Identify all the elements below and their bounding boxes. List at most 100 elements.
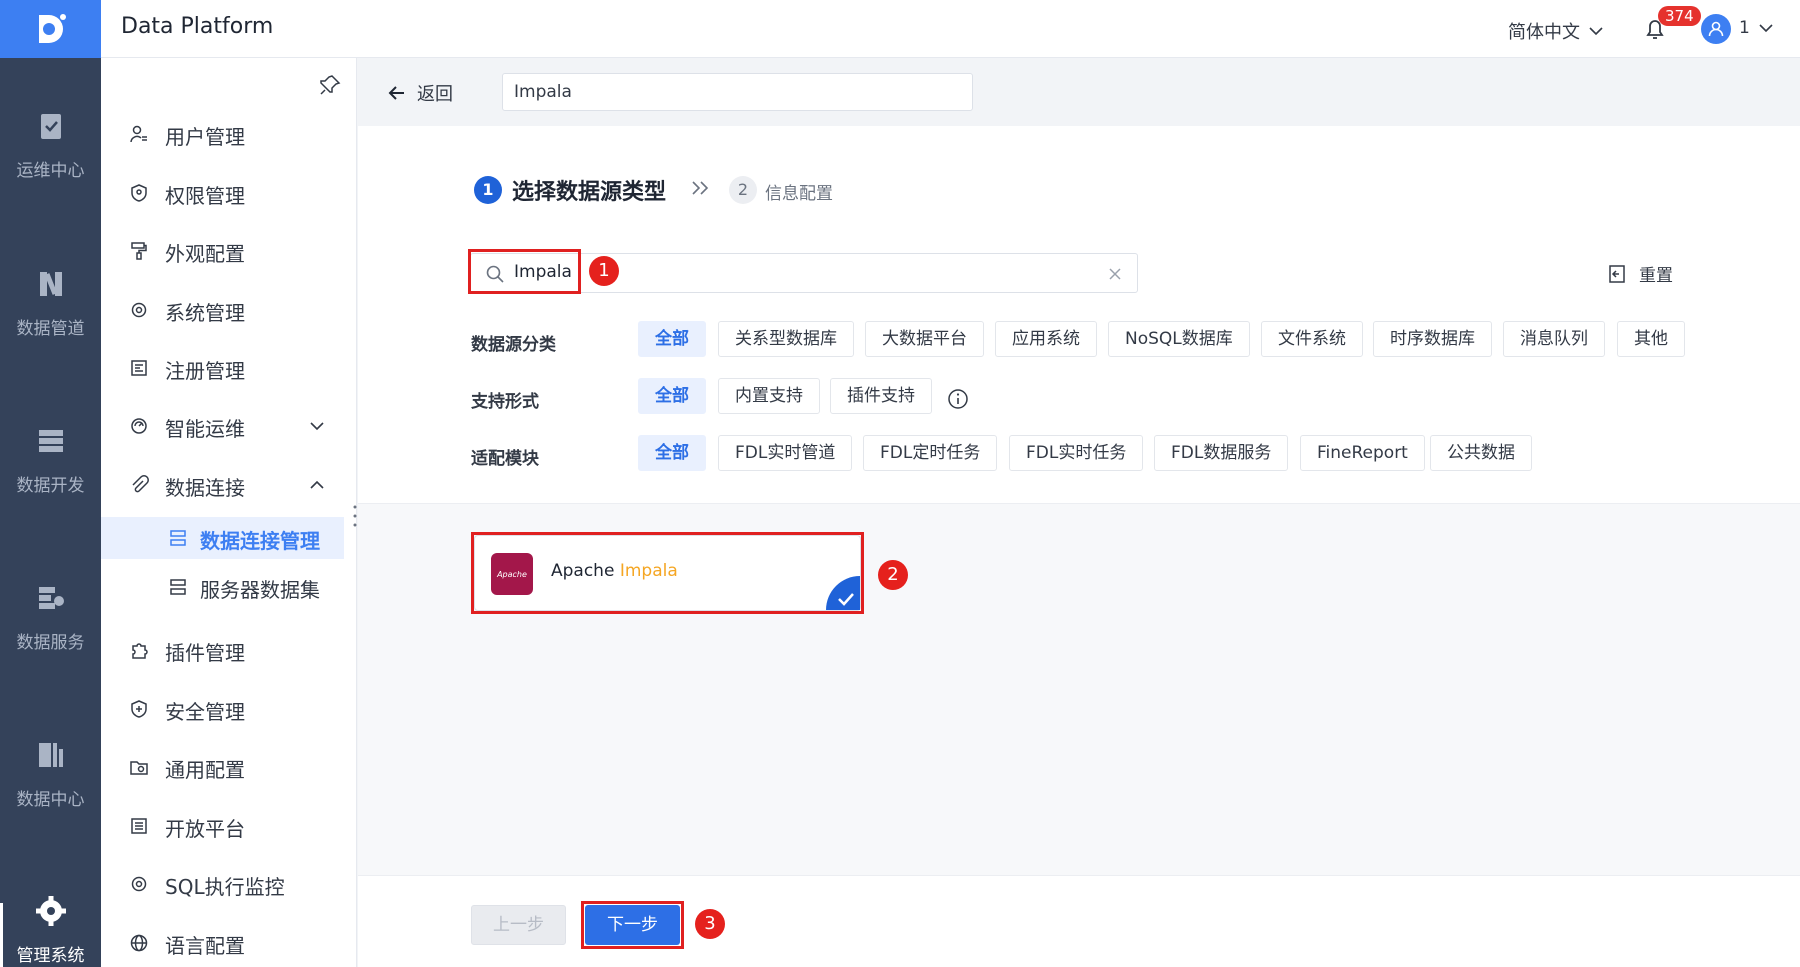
step-2-number: 2	[729, 176, 757, 204]
connection-name-input[interactable]: Impala	[502, 73, 973, 111]
rail-item-ops-center[interactable]: 运维中心	[0, 108, 101, 181]
user-icon	[1708, 21, 1724, 37]
chip-module-public-data[interactable]: 公共数据	[1430, 435, 1532, 471]
sidebar-item-appearance[interactable]: 外观配置	[101, 231, 357, 271]
chevron-down-icon	[310, 422, 324, 431]
paperclip-icon	[132, 475, 149, 493]
user-name[interactable]: 1	[1739, 18, 1750, 38]
reset-button[interactable]: 重置	[1607, 261, 1673, 286]
rail-label: 数据中心	[16, 790, 85, 810]
sidebar-subitem-connection-manage[interactable]: 数据连接管理	[101, 517, 344, 559]
sidebar-item-general-config[interactable]: 通用配置	[101, 747, 357, 787]
data-service-icon	[38, 587, 64, 609]
notification-badge: 374	[1658, 6, 1701, 26]
rail-label: 数据管道	[16, 319, 85, 339]
gear-icon	[35, 896, 66, 926]
filter-label-support: 支持形式	[471, 392, 539, 412]
reset-icon	[1609, 264, 1625, 283]
sidebar-item-register[interactable]: 注册管理	[101, 348, 357, 388]
rail-item-data-dev[interactable]: 数据开发	[0, 423, 101, 496]
data-dev-icon	[38, 430, 63, 452]
sidebar-item-permission[interactable]: 权限管理	[101, 173, 357, 213]
sidebar-item-data-connection[interactable]: 数据连接	[101, 465, 357, 505]
back-button[interactable]: 返回	[387, 80, 453, 106]
rail-item-data-pipeline[interactable]: 数据管道	[0, 266, 101, 339]
chip-category-nosql[interactable]: NoSQL数据库	[1108, 321, 1250, 357]
sidebar-item-label: 外观配置	[165, 242, 245, 266]
folder-gear-icon	[130, 761, 148, 775]
sidebar-item-label: 用户管理	[165, 125, 245, 149]
chip-module-fdl-realtime-pipeline[interactable]: FDL实时管道	[718, 435, 853, 471]
chip-support-all[interactable]: 全部	[638, 378, 706, 414]
sidebar-item-label: 插件管理	[165, 641, 245, 665]
chip-category-all[interactable]: 全部	[638, 321, 706, 357]
sidebar-item-security[interactable]: 安全管理	[101, 689, 357, 729]
chip-support-builtin[interactable]: 内置支持	[718, 378, 820, 414]
chevron-down-icon	[1589, 27, 1603, 36]
rail-label: 管理系统	[16, 946, 85, 966]
globe-icon	[130, 934, 148, 952]
step-annotation-2: 2	[878, 560, 908, 590]
rail-item-data-service[interactable]: 数据服务	[0, 580, 101, 653]
chip-category-bigdata[interactable]: 大数据平台	[865, 321, 984, 357]
security-shield-icon	[131, 700, 147, 718]
chip-module-all[interactable]: 全部	[638, 435, 706, 471]
avatar[interactable]	[1701, 14, 1731, 44]
chip-module-finereport[interactable]: FineReport	[1300, 435, 1425, 471]
step-annotation-3: 3	[695, 909, 725, 939]
register-icon	[131, 360, 147, 376]
sidebar-subitem-label: 数据连接管理	[200, 529, 320, 553]
top-header: Data Platform 简体中文 374 1	[0, 0, 1800, 58]
rail-label: 数据服务	[16, 633, 85, 653]
language-selector[interactable]: 简体中文	[1508, 18, 1604, 44]
chip-category-other[interactable]: 其他	[1617, 321, 1685, 357]
app-logo[interactable]	[0, 0, 101, 58]
prev-step-button[interactable]: 上一步	[471, 905, 566, 945]
gear-icon	[131, 876, 147, 892]
sidebar-item-user-manage[interactable]: 用户管理	[101, 114, 357, 154]
chip-category-message-queue[interactable]: 消息队列	[1503, 321, 1605, 357]
gear-icon	[131, 302, 147, 318]
sidebar-item-label: SQL执行监控	[165, 875, 285, 899]
language-label: 简体中文	[1508, 22, 1580, 43]
close-icon[interactable]	[1107, 266, 1123, 282]
sidebar-item-sql-monitor[interactable]: SQL执行监控	[101, 864, 357, 904]
chip-module-fdl-data-service[interactable]: FDL数据服务	[1154, 435, 1289, 471]
highlight-box	[471, 532, 864, 614]
app-title: Data Platform	[121, 14, 274, 39]
sidebar-item-label: 数据连接	[165, 476, 245, 500]
pin-icon[interactable]	[319, 74, 341, 96]
step-1-number: 1	[474, 176, 502, 204]
rail-active-indicator	[0, 903, 3, 967]
data-center-icon	[38, 743, 63, 767]
server-dataset-icon	[170, 579, 186, 595]
chevron-down-icon[interactable]	[1758, 20, 1774, 36]
sidebar-subitem-label: 服务器数据集	[200, 578, 320, 602]
double-chevron-right-icon	[692, 181, 709, 195]
sidebar-item-label: 开放平台	[165, 817, 245, 841]
sidebar-item-plugins[interactable]: 插件管理	[101, 630, 357, 670]
chevron-up-icon	[310, 480, 324, 489]
rail-item-data-center[interactable]: 数据中心	[0, 737, 101, 810]
chip-support-plugin[interactable]: 插件支持	[830, 378, 932, 414]
info-icon[interactable]	[947, 388, 969, 410]
chip-category-timeseries[interactable]: 时序数据库	[1373, 321, 1492, 357]
sidebar-item-open-platform[interactable]: 开放平台	[101, 806, 357, 846]
chip-module-fdl-scheduled-task[interactable]: FDL定时任务	[863, 435, 998, 471]
list-icon	[131, 818, 147, 834]
chip-module-fdl-realtime-task[interactable]: FDL实时任务	[1009, 435, 1144, 471]
chip-category-relational[interactable]: 关系型数据库	[718, 321, 854, 357]
step-annotation-1: 1	[589, 256, 619, 286]
paint-roller-icon	[131, 242, 147, 260]
sidebar-item-label: 语言配置	[165, 934, 245, 958]
sidebar-item-language[interactable]: 语言配置	[101, 923, 357, 963]
chip-category-filesystem[interactable]: 文件系统	[1261, 321, 1363, 357]
sidebar-subitem-server-dataset[interactable]: 服务器数据集	[101, 566, 344, 608]
wizard-footer	[358, 875, 1800, 967]
chip-category-app-system[interactable]: 应用系统	[995, 321, 1097, 357]
rail-item-management[interactable]: 管理系统	[0, 893, 101, 966]
rail-label: 数据开发	[16, 476, 85, 496]
sidebar-item-system[interactable]: 系统管理	[101, 290, 357, 330]
sidebar-item-smart-ops[interactable]: 智能运维	[101, 406, 357, 446]
puzzle-icon	[132, 643, 148, 659]
